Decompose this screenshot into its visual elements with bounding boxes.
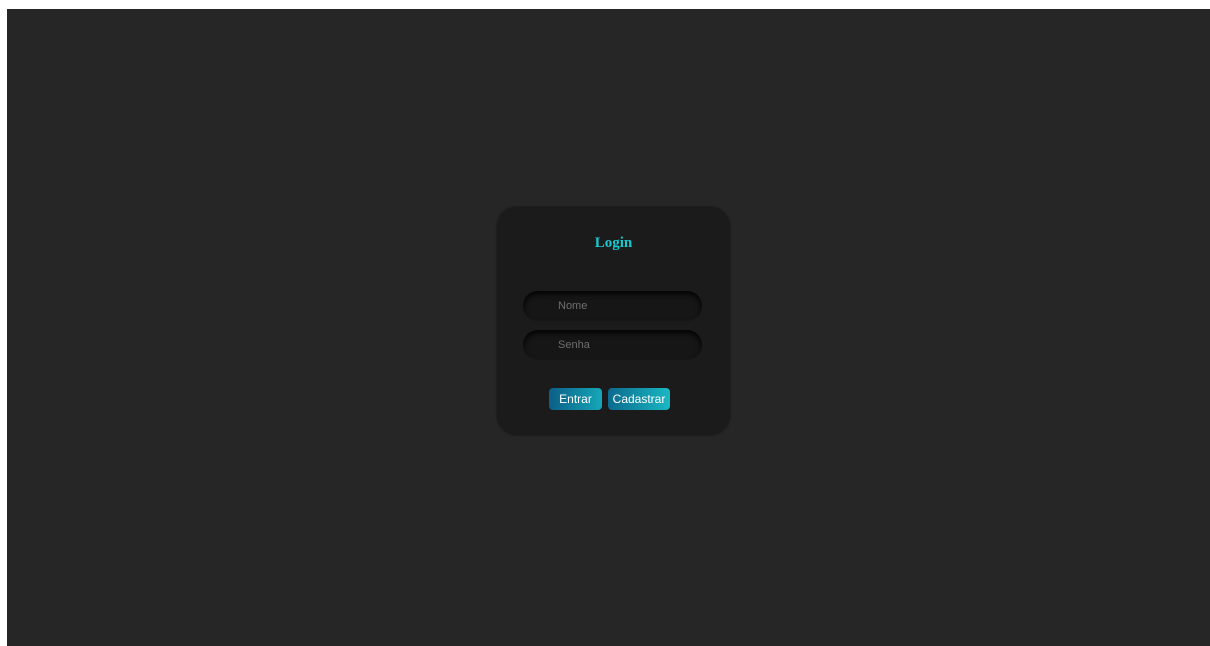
login-button[interactable]: Entrar <box>549 388 602 410</box>
login-card: Login Entrar Cadastrar <box>497 207 730 435</box>
page-background: Login Entrar Cadastrar <box>7 9 1210 646</box>
username-input[interactable] <box>523 291 702 321</box>
register-button[interactable]: Cadastrar <box>608 388 670 410</box>
login-title: Login <box>594 235 633 251</box>
password-input[interactable] <box>523 330 702 360</box>
